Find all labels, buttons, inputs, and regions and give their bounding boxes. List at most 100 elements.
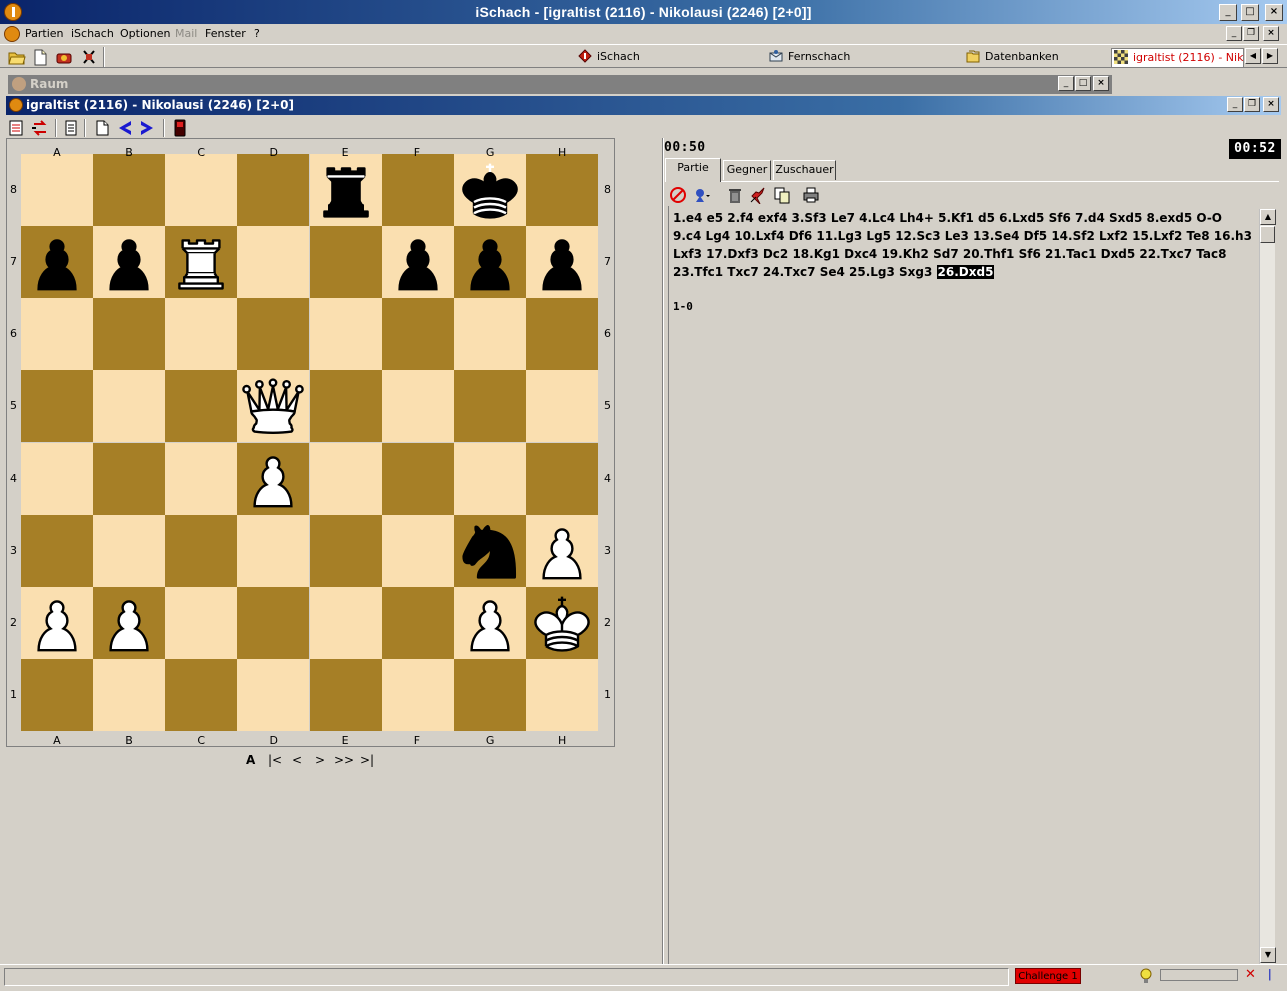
moves-scrollbar[interactable]: ▲ ▼ (1259, 209, 1276, 964)
square-d8[interactable] (237, 154, 310, 227)
black-pawn-b7[interactable] (93, 226, 165, 298)
menu-fenster[interactable]: Fenster (205, 27, 246, 40)
square-b5[interactable] (93, 370, 166, 443)
scroll-down-button[interactable]: ▼ (1260, 947, 1276, 963)
tab-current-game[interactable]: igraltist (2116) - Nikola (1111, 48, 1244, 68)
white-pawn-g2[interactable] (454, 587, 526, 659)
previous-move-button[interactable]: < (292, 753, 302, 767)
square-b4[interactable] (93, 442, 166, 515)
disconnect-icon[interactable] (80, 48, 98, 66)
room-minimize-button[interactable]: _ (1058, 76, 1074, 91)
chess-board[interactable] (21, 154, 598, 731)
open-folder-icon[interactable] (8, 48, 26, 66)
first-move-button[interactable]: |< (268, 753, 282, 767)
white-pawn-b2[interactable] (93, 587, 165, 659)
room-maximize-button[interactable]: □ (1075, 76, 1091, 91)
tab-datenbanken[interactable]: Datenbanken (966, 48, 1059, 68)
white-queen-d5[interactable] (237, 370, 309, 442)
tab-fernschach[interactable]: Fernschach (769, 48, 850, 68)
menu-optionen[interactable]: Optionen (120, 27, 170, 40)
square-c5[interactable] (165, 370, 238, 443)
tab-partie[interactable]: Partie (665, 158, 721, 182)
square-f1[interactable] (381, 658, 454, 731)
square-f3[interactable] (381, 514, 454, 587)
mdi-restore-button[interactable]: ❐ (1243, 26, 1259, 41)
last-move-button[interactable]: >| (360, 753, 374, 767)
square-h8[interactable] (525, 154, 598, 227)
current-move[interactable]: 26.Dxd5 (936, 265, 995, 279)
move-list[interactable]: 1.e4 e5 2.f4 exf4 3.Sf3 Le7 4.Lc4 Lh4+ 5… (673, 209, 1253, 281)
menu-help[interactable]: ? (254, 27, 260, 40)
square-e5[interactable] (309, 370, 382, 443)
square-a5[interactable] (21, 370, 94, 443)
square-d2[interactable] (237, 586, 310, 659)
panel-splitter[interactable] (662, 138, 664, 964)
square-h1[interactable] (525, 658, 598, 731)
abort-icon[interactable] (669, 186, 687, 204)
square-e1[interactable] (309, 658, 382, 731)
scroll-thumb[interactable] (1260, 226, 1275, 243)
white-king-h2[interactable] (526, 587, 598, 659)
next-move-button[interactable]: > (315, 753, 325, 767)
square-c2[interactable] (165, 586, 238, 659)
square-e2[interactable] (309, 586, 382, 659)
info-icon[interactable]: ǀ (1268, 967, 1272, 981)
tab-scroll-right-button[interactable]: ▶ (1262, 48, 1278, 64)
challenge-badge[interactable]: Challenge 1 (1015, 968, 1081, 984)
square-b8[interactable] (93, 154, 166, 227)
minimize-button[interactable]: _ (1219, 4, 1237, 21)
square-e4[interactable] (309, 442, 382, 515)
pin-icon[interactable] (749, 186, 767, 204)
square-f5[interactable] (381, 370, 454, 443)
square-c4[interactable] (165, 442, 238, 515)
game-restore-button[interactable]: ❐ (1244, 97, 1260, 112)
square-g5[interactable] (453, 370, 526, 443)
black-rook-e8[interactable] (310, 154, 382, 226)
black-pawn-g7[interactable] (454, 226, 526, 298)
square-c1[interactable] (165, 658, 238, 731)
square-c6[interactable] (165, 298, 238, 371)
square-e6[interactable] (309, 298, 382, 371)
back-arrow-icon[interactable] (116, 119, 134, 137)
square-h6[interactable] (525, 298, 598, 371)
white-rook-c7[interactable] (165, 226, 237, 298)
annotate-button[interactable]: A (246, 753, 255, 767)
menu-ischach[interactable]: iSchach (71, 27, 114, 40)
square-b6[interactable] (93, 298, 166, 371)
tab-scroll-left-button[interactable]: ◀ (1245, 48, 1261, 64)
close-button[interactable]: × (1265, 4, 1283, 21)
print-icon[interactable] (802, 186, 820, 204)
mdi-logo-icon[interactable] (4, 26, 20, 42)
new-game-icon[interactable] (93, 119, 111, 137)
square-g4[interactable] (453, 442, 526, 515)
connect-icon[interactable] (55, 48, 73, 66)
game-close-button[interactable]: × (1263, 97, 1279, 112)
tab-zuschauer[interactable]: Zuschauer (773, 160, 836, 180)
square-d1[interactable] (237, 658, 310, 731)
copy-icon[interactable] (773, 186, 791, 204)
square-h5[interactable] (525, 370, 598, 443)
square-c3[interactable] (165, 514, 238, 587)
game-minimize-button[interactable]: _ (1227, 97, 1243, 112)
square-e7[interactable] (309, 226, 382, 299)
new-document-icon[interactable] (31, 48, 49, 66)
mdi-close-button[interactable]: × (1263, 26, 1279, 41)
square-a4[interactable] (21, 442, 94, 515)
square-b1[interactable] (93, 658, 166, 731)
game-window-titlebar[interactable]: igraltist (2116) - Nikolausi (2246) [2+0… (6, 96, 1281, 115)
tab-ischach[interactable]: iSchach (578, 48, 640, 68)
cancel-icon[interactable]: ✕ (1245, 967, 1256, 982)
black-pawn-f7[interactable] (382, 226, 454, 298)
engine-icon[interactable] (693, 186, 711, 204)
square-f4[interactable] (381, 442, 454, 515)
mdi-minimize-button[interactable]: _ (1226, 26, 1242, 41)
square-d3[interactable] (237, 514, 310, 587)
notation-icon[interactable] (62, 119, 80, 137)
room-window-titlebar[interactable]: Raum _ □ × (8, 75, 1112, 94)
black-pawn-h7[interactable] (526, 226, 598, 298)
black-knight-g3[interactable] (454, 515, 526, 587)
square-a1[interactable] (21, 658, 94, 731)
square-a8[interactable] (21, 154, 94, 227)
square-f8[interactable] (381, 154, 454, 227)
resign-flag-icon[interactable] (171, 119, 189, 137)
